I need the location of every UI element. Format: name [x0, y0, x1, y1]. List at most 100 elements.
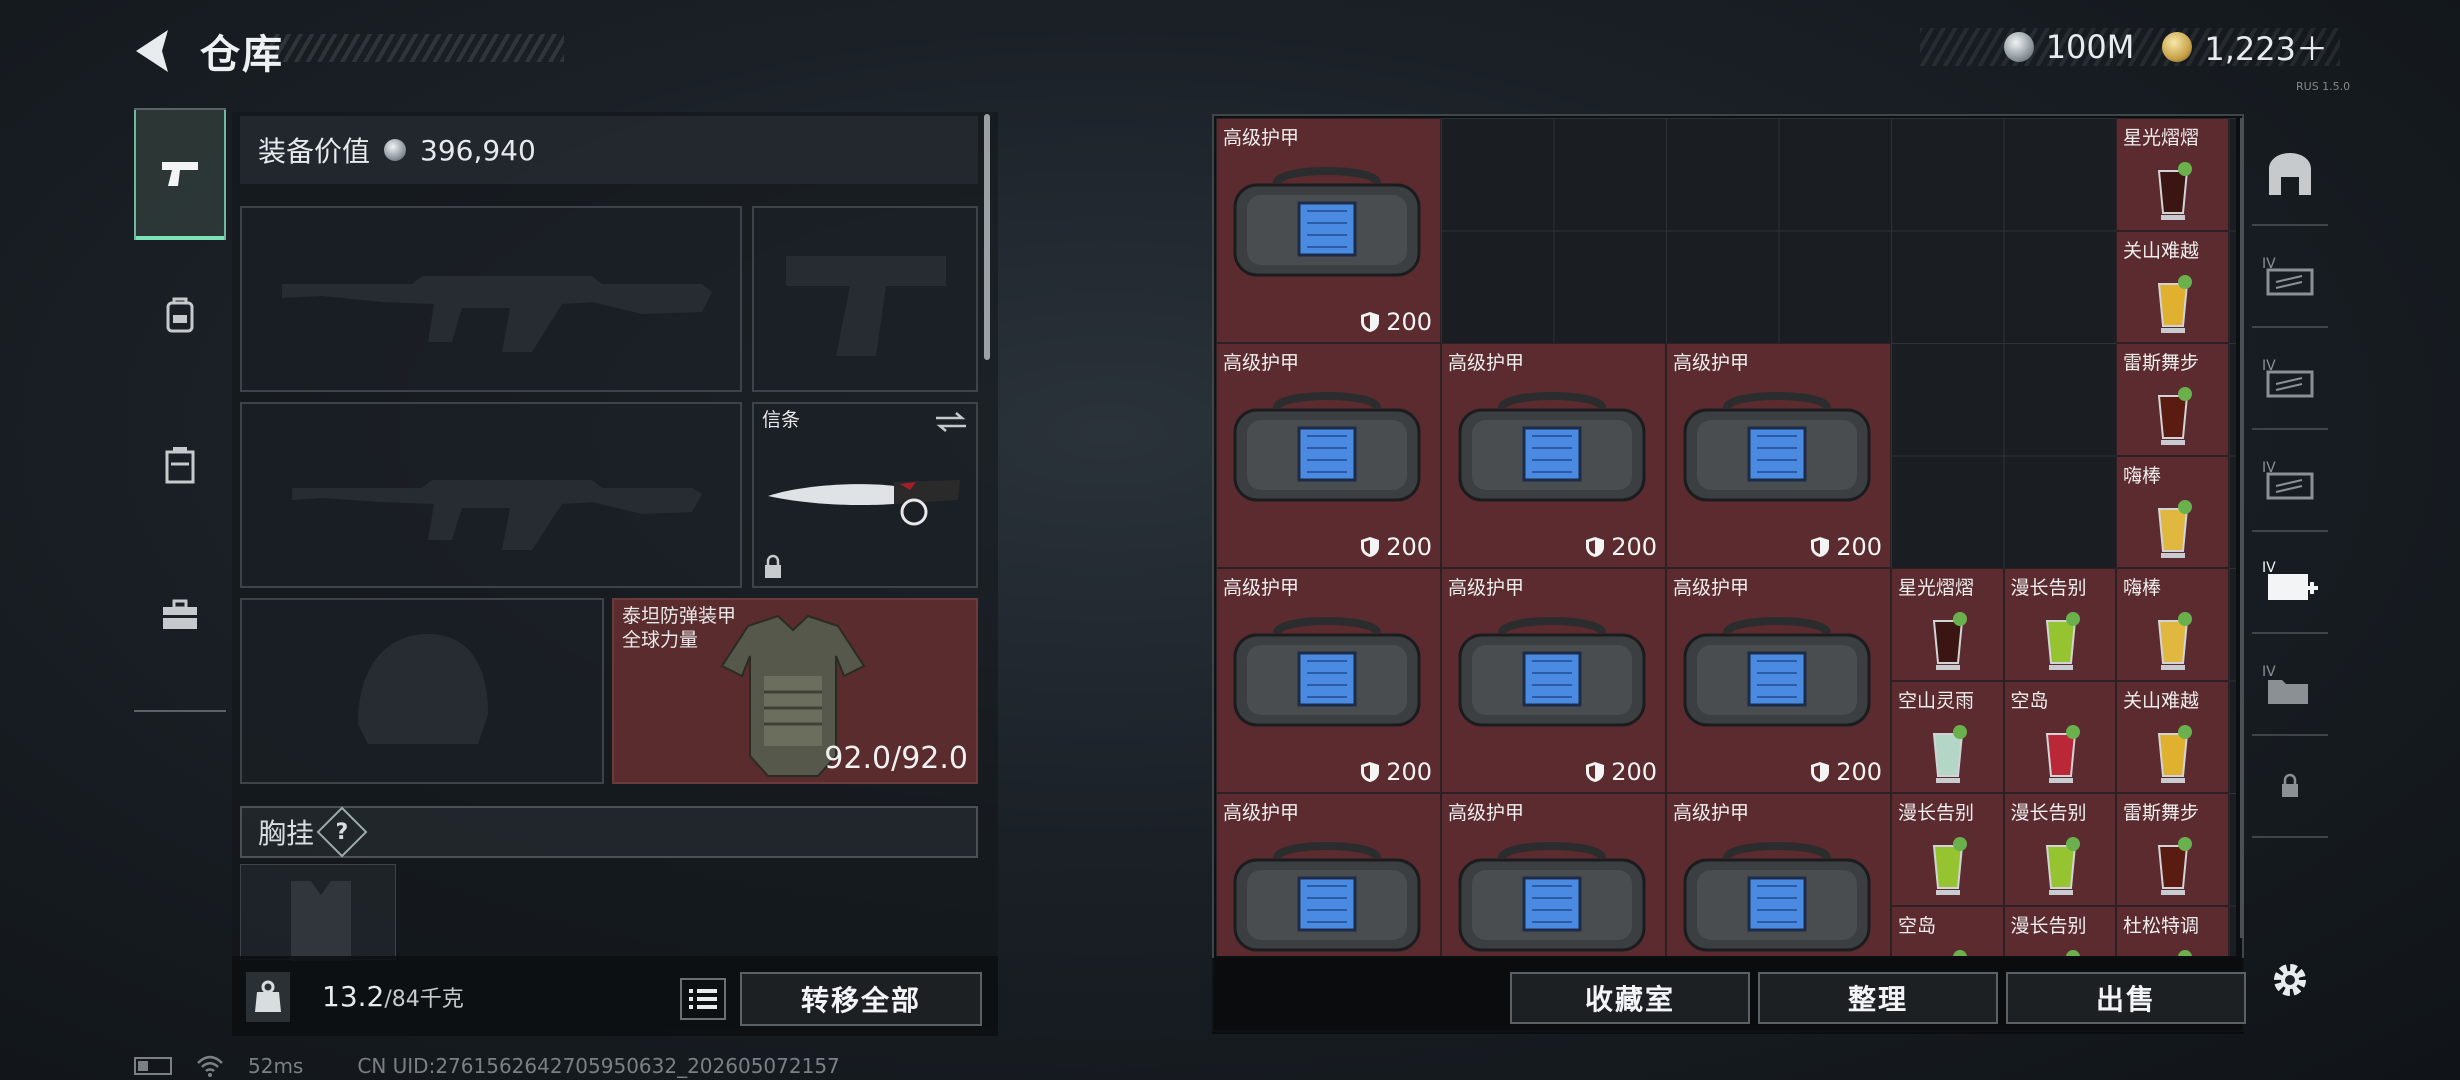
stash-tab-1[interactable]: IV — [2252, 228, 2328, 324]
drink-item[interactable]: 杜松特调 — [2116, 905, 2229, 956]
drink-item[interactable]: 漫长告别 — [1891, 793, 2004, 906]
silver-currency[interactable]: 100M — [2003, 28, 2134, 66]
cocktail-icon — [1932, 837, 1967, 895]
armor-name-line2: 全球力量 — [622, 629, 699, 651]
melee-slot[interactable]: 信条 — [752, 402, 978, 588]
weight-readout: 13.2/84千克 — [322, 980, 464, 1013]
stash-tab-3[interactable]: IV — [2252, 432, 2328, 528]
drink-item-label: 嗨棒 — [2123, 577, 2162, 599]
stash-scrollbar[interactable] — [2240, 118, 2244, 938]
cocktail-icon — [2157, 274, 2192, 333]
sidearm-slot[interactable] — [752, 206, 978, 392]
armor-item[interactable]: 高级护甲200 — [1216, 568, 1441, 793]
armor-rating: 200 — [1810, 758, 1882, 786]
drink-item-label: 星光熠熠 — [2123, 127, 2200, 149]
chest-rig-slot[interactable] — [240, 864, 396, 961]
stash-tab-medical[interactable]: IV — [2252, 534, 2328, 630]
drink-item-label: 漫长告别 — [1898, 802, 1975, 824]
helmet-slot[interactable] — [240, 598, 604, 784]
expansion-case-icon: IV — [2262, 256, 2314, 296]
armor-item[interactable]: 高级护甲200 — [1666, 793, 1891, 956]
drink-item[interactable]: 星光熠熠 — [2116, 118, 2229, 231]
armor-item[interactable]: 高级护甲200 — [1216, 793, 1441, 956]
armor-item[interactable]: 高级护甲200 — [1216, 343, 1441, 568]
armor-item[interactable]: 高级护甲200 — [1666, 343, 1891, 568]
nav-rig[interactable] — [134, 400, 226, 530]
swap-icon[interactable] — [934, 410, 968, 434]
armor-rating-value: 200 — [1386, 758, 1432, 786]
cocktail-icon — [2157, 724, 2192, 783]
equipment-value-bar: 装备价值 396,940 — [240, 116, 978, 184]
drink-item-label: 星光熠熠 — [1898, 577, 1975, 599]
cocktail-icon — [1932, 724, 1967, 783]
left-nav — [134, 108, 226, 712]
rifle-silhouette-icon — [282, 276, 712, 352]
drink-item[interactable]: 雷斯舞步 — [2116, 343, 2229, 456]
weight-max: /84千克 — [384, 987, 464, 1012]
armor-item[interactable]: 高级护甲200 — [1216, 118, 1441, 343]
armor-item-label: 高级护甲 — [1673, 352, 1750, 374]
armor-item[interactable]: 高级护甲200 — [1441, 343, 1666, 568]
cocktail-icon — [2157, 162, 2192, 220]
stash-tab-2[interactable]: IV — [2252, 330, 2328, 426]
transfer-all-button[interactable]: 转移全部 — [740, 972, 982, 1026]
cocktail-icon — [2157, 612, 2192, 670]
drink-item[interactable]: 漫长告别 — [2003, 905, 2116, 956]
settings-button[interactable] — [2262, 952, 2318, 1008]
drink-item[interactable]: 嗨棒 — [2116, 455, 2229, 568]
nav-backpack[interactable] — [134, 250, 226, 380]
gold-amount: 1,223＋ — [2204, 30, 2328, 68]
equipment-scrollbar[interactable] — [984, 114, 990, 360]
armor-item[interactable]: 高级护甲200 — [1441, 793, 1666, 956]
drink-item[interactable]: 空山灵雨 — [1891, 680, 2004, 793]
armor-item-label: 高级护甲 — [1223, 127, 1300, 149]
status-bar: 52ms CN UID:2761562642705950632_20260507… — [134, 1054, 840, 1078]
armor-item[interactable]: 高级护甲200 — [1666, 568, 1891, 793]
armor-rating: 200 — [1585, 758, 1657, 786]
pistol-icon — [162, 162, 198, 186]
armor-durability: 92.0/92.0 — [824, 741, 968, 776]
armor-item[interactable]: 高级护甲200 — [1441, 568, 1666, 793]
armor-rating: 200 — [1585, 533, 1657, 561]
drink-item-label: 杜松特调 — [2123, 914, 2200, 937]
nav-weapons[interactable] — [134, 110, 226, 240]
armor-slot[interactable]: 泰坦防弹装甲 全球力量 92.0/92.0 — [612, 598, 978, 784]
nav-toolbox[interactable] — [134, 550, 226, 680]
shield-icon — [1811, 762, 1830, 782]
drink-item[interactable]: 关山难越 — [2116, 230, 2229, 343]
ping-text: 52ms — [248, 1054, 304, 1078]
secondary-weapon-slot[interactable] — [240, 402, 742, 588]
primary-weapon-slot[interactable] — [240, 206, 742, 392]
stash-tab-locked[interactable] — [2252, 738, 2328, 834]
back-button[interactable] — [128, 24, 184, 78]
drink-item-label: 漫长告别 — [2010, 914, 2087, 937]
drink-item[interactable]: 漫长告别 — [2003, 568, 2116, 681]
shield-icon — [1586, 537, 1605, 557]
stash-tab-main[interactable] — [2252, 126, 2328, 222]
stash-tab-folder[interactable]: IV — [2252, 636, 2328, 732]
sort-button[interactable]: 整理 — [1758, 972, 1998, 1024]
helmet-silhouette-icon — [358, 634, 488, 744]
drink-item[interactable]: 空岛 — [2003, 680, 2116, 793]
armor-item-label: 高级护甲 — [1223, 802, 1300, 824]
expansion-case-icon: IV — [2262, 460, 2314, 500]
armor-bag-icon — [1683, 617, 1871, 727]
drink-item[interactable]: 嗨棒 — [2116, 568, 2229, 681]
chest-rig-header[interactable]: 胸挂 ? — [240, 806, 978, 858]
drink-item[interactable]: 星光熠熠 — [1891, 568, 2004, 681]
drink-item[interactable]: 雷斯舞步 — [2116, 793, 2229, 906]
list-view-button[interactable] — [680, 978, 726, 1020]
help-text: ? — [335, 819, 349, 845]
equipment-value-label: 装备价值 — [258, 135, 371, 168]
drink-item[interactable]: 关山难越 — [2116, 680, 2229, 793]
cocktail-icon — [1932, 612, 1967, 670]
armor-item-label: 高级护甲 — [1673, 802, 1750, 824]
drink-item[interactable]: 空岛 — [1891, 905, 2004, 956]
collection-room-button[interactable]: 收藏室 — [1510, 972, 1750, 1024]
sell-button[interactable]: 出售 — [2006, 972, 2246, 1024]
help-icon[interactable]: ? — [316, 806, 368, 858]
gold-currency[interactable]: 1,223＋ — [2162, 24, 2328, 70]
weight-current: 13.2 — [322, 980, 385, 1013]
armor-bag-icon — [1233, 167, 1421, 277]
drink-item[interactable]: 漫长告别 — [2003, 793, 2116, 906]
